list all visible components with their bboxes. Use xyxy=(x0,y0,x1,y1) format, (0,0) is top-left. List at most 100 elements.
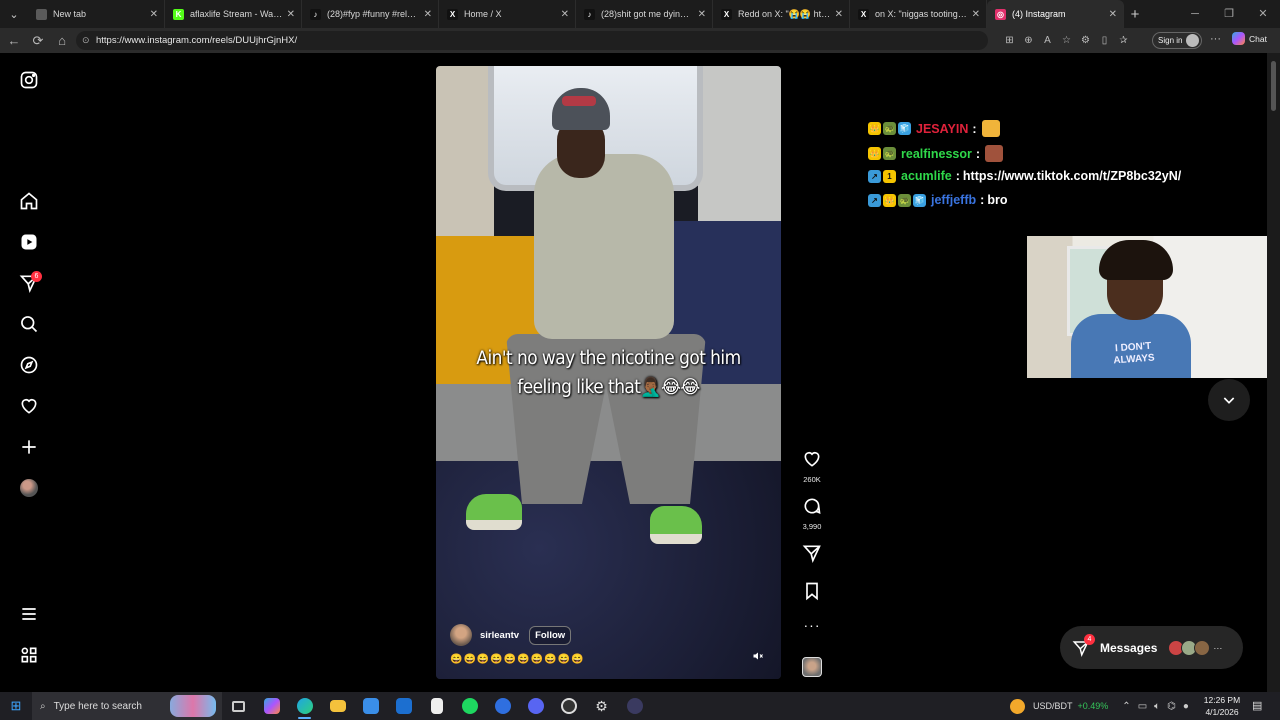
video-subway-wall-right xyxy=(698,66,781,226)
search-highlight-widget[interactable] xyxy=(170,695,216,717)
notepad-taskbar-icon[interactable] xyxy=(420,692,453,720)
close-window-icon[interactable]: ✕ xyxy=(1246,0,1280,28)
home-icon[interactable]: ⌂ xyxy=(50,33,74,48)
discord-taskbar-icon[interactable] xyxy=(519,692,552,720)
original-audio-thumbnail[interactable] xyxy=(802,657,822,677)
currency-pair[interactable]: USD/BDT xyxy=(1033,701,1073,711)
browser-tab[interactable]: New tab ✕ xyxy=(28,0,165,28)
settings-more-icon[interactable]: ··· xyxy=(1210,33,1221,45)
explore-nav-icon[interactable] xyxy=(18,354,40,376)
chevron-up-icon[interactable]: ⌃ xyxy=(1122,701,1130,712)
reels-nav-icon[interactable] xyxy=(18,231,40,253)
settings-taskbar-icon[interactable]: ⚙ xyxy=(585,692,618,720)
like-heart-icon[interactable] xyxy=(802,449,822,469)
task-view-icon[interactable] xyxy=(222,692,255,720)
extensions-icon[interactable]: ⚙ xyxy=(1076,35,1095,46)
read-aloud-icon[interactable]: A xyxy=(1038,35,1057,46)
copilot-chat-button[interactable]: Chat xyxy=(1232,32,1267,45)
favorites-icon[interactable]: ✰ xyxy=(1114,35,1133,46)
file-explorer-taskbar-icon[interactable] xyxy=(321,692,354,720)
browser-tab[interactable]: X Home / X ✕ xyxy=(439,0,576,28)
favorite-star-icon[interactable]: ☆ xyxy=(1057,35,1076,46)
windows-taskbar: ⊞ ⌕ Type here to search ⚙ USD/BDT +0.49%… xyxy=(0,692,1280,720)
bookmark-icon[interactable] xyxy=(802,581,822,601)
media-taskbar-icon[interactable] xyxy=(618,692,651,720)
comment-action[interactable]: 3,990 xyxy=(798,496,826,531)
messages-button[interactable]: 4 Messages ··· xyxy=(1060,626,1243,669)
browser-tab[interactable]: ♪ (28)#fyp #funny #relatable # ✕ xyxy=(302,0,439,28)
minimize-icon[interactable]: ─ xyxy=(1178,0,1212,28)
notifications-heart-icon[interactable] xyxy=(18,395,40,417)
owner-username[interactable]: sirleantv xyxy=(480,630,519,641)
tab-close-icon[interactable]: ✕ xyxy=(698,9,706,20)
profile-avatar-icon xyxy=(1186,34,1199,47)
new-tab-button[interactable]: + xyxy=(1124,6,1146,23)
scrollbar-thumb[interactable] xyxy=(1271,61,1276,111)
currency-widget-icon[interactable] xyxy=(1010,698,1025,714)
save-action[interactable] xyxy=(798,581,826,606)
store-taskbar-icon[interactable] xyxy=(354,692,387,720)
profile-avatar-nav[interactable] xyxy=(18,477,40,499)
volume-icon[interactable]: 🔈︎ xyxy=(1154,701,1160,712)
instagram-logo-icon[interactable] xyxy=(18,69,40,91)
tab-close-icon[interactable]: ✕ xyxy=(424,9,432,20)
edge-browser-taskbar-icon[interactable] xyxy=(288,692,321,720)
tab-close-icon[interactable]: ✕ xyxy=(561,9,569,20)
windows-start-icon[interactable]: ⊞ xyxy=(0,698,32,714)
also-from-meta-icon[interactable] xyxy=(18,644,40,666)
tab-close-icon[interactable]: ✕ xyxy=(150,9,158,20)
tab-close-icon[interactable]: ✕ xyxy=(835,9,843,20)
mute-toggle-icon[interactable] xyxy=(752,650,764,662)
sign-in-button[interactable]: Sign in xyxy=(1152,32,1202,49)
create-plus-icon[interactable] xyxy=(18,436,40,458)
page-scrollbar[interactable] xyxy=(1267,53,1280,692)
reel-video[interactable]: Ain't no way the nicotine got him feelin… xyxy=(436,66,781,679)
address-bar[interactable]: ⊙ https://www.instagram.com/reels/DUUjhr… xyxy=(76,31,988,50)
home-nav-icon[interactable] xyxy=(18,190,40,212)
copilot-taskbar-icon[interactable] xyxy=(255,692,288,720)
tab-close-icon[interactable]: ✕ xyxy=(1109,9,1117,20)
share-send-icon[interactable] xyxy=(802,543,822,563)
browser-tab[interactable]: Kaflaxlife Stream - Watch Live ✕ xyxy=(165,0,302,28)
outlook-taskbar-icon[interactable] xyxy=(387,692,420,720)
network-icon[interactable]: ⌬ xyxy=(1167,701,1176,712)
browser-tab[interactable]: Xon X: "niggas tooting the ✕ xyxy=(850,0,987,28)
restore-icon[interactable]: ❐ xyxy=(1212,0,1246,28)
browser-tab[interactable]: ◎ (4) Instagram ✕ xyxy=(987,0,1124,28)
chat-message-text: bro xyxy=(987,193,1008,207)
split-screen-icon[interactable]: ▯ xyxy=(1095,35,1114,46)
taskbar-clock[interactable]: 12:26 PM 4/1/2026 xyxy=(1200,694,1244,718)
taskbar-search[interactable]: ⌕ Type here to search xyxy=(32,692,222,720)
browser-tab[interactable]: X Redd on X: "😭😭 https://t ✕ xyxy=(713,0,850,28)
browser-tab[interactable]: ♪ (28)shit got me dying😭 #la ✕ xyxy=(576,0,713,28)
owner-avatar[interactable] xyxy=(450,624,472,646)
notepad-glyph xyxy=(430,698,443,714)
more-options-icon[interactable]: ··· xyxy=(798,617,826,633)
share-action[interactable] xyxy=(798,543,826,568)
chat-username: jeffjeffb xyxy=(931,193,977,207)
app-taskbar-icon[interactable] xyxy=(486,692,519,720)
app-available-icon[interactable]: ⊞ xyxy=(1000,35,1019,46)
zoom-icon[interactable]: ⊕ xyxy=(1019,35,1038,46)
tab-close-icon[interactable]: ✕ xyxy=(972,9,980,20)
spotify-taskbar-icon[interactable] xyxy=(453,692,486,720)
site-info-icon[interactable]: ⊙ xyxy=(82,31,90,50)
obs-taskbar-icon[interactable] xyxy=(552,692,585,720)
comment-bubble-icon[interactable] xyxy=(802,496,822,516)
refresh-icon[interactable]: ⟳ xyxy=(26,33,50,49)
search-nav-icon[interactable] xyxy=(18,313,40,335)
notification-center-icon[interactable]: ▤ xyxy=(1252,699,1266,713)
reel-description[interactable]: 😄😄😄😄😄😄😄😄😄😄 xyxy=(450,654,585,665)
follow-button[interactable]: Follow xyxy=(529,625,572,645)
back-icon[interactable]: ← xyxy=(2,33,26,48)
microphone-icon[interactable]: ● xyxy=(1183,701,1189,712)
tab-actions-menu-icon[interactable]: ⌄ xyxy=(0,0,28,28)
chat-badge-icon: 🐢 xyxy=(883,122,896,135)
next-reel-button[interactable] xyxy=(1208,379,1250,421)
battery-icon[interactable]: ▭ xyxy=(1138,701,1147,712)
tab-title: (4) Instagram xyxy=(1012,9,1066,19)
chat-badge-icon: 🐢 xyxy=(898,193,911,207)
more-menu-icon[interactable] xyxy=(18,603,40,625)
tab-close-icon[interactable]: ✕ xyxy=(287,9,295,20)
like-action[interactable]: 260K xyxy=(798,449,826,484)
